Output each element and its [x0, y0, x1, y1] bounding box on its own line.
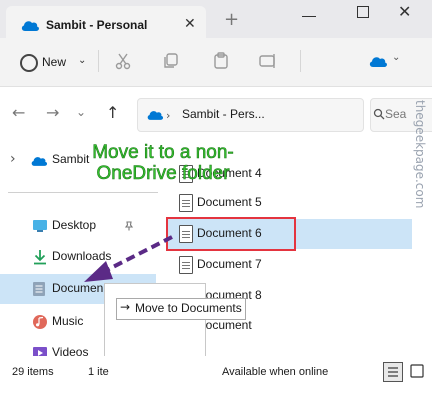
annotation-line-2: OneDrive folder — [96, 163, 230, 185]
watermark: thegeekpage.com — [411, 100, 431, 250]
annotation-text: Move it to a non- OneDrive folder — [78, 142, 248, 185]
annotation-arrow — [84, 235, 173, 282]
watermark-text: thegeekpage.com — [413, 100, 427, 209]
annotation-line-1: Move it to a non- — [92, 142, 234, 164]
